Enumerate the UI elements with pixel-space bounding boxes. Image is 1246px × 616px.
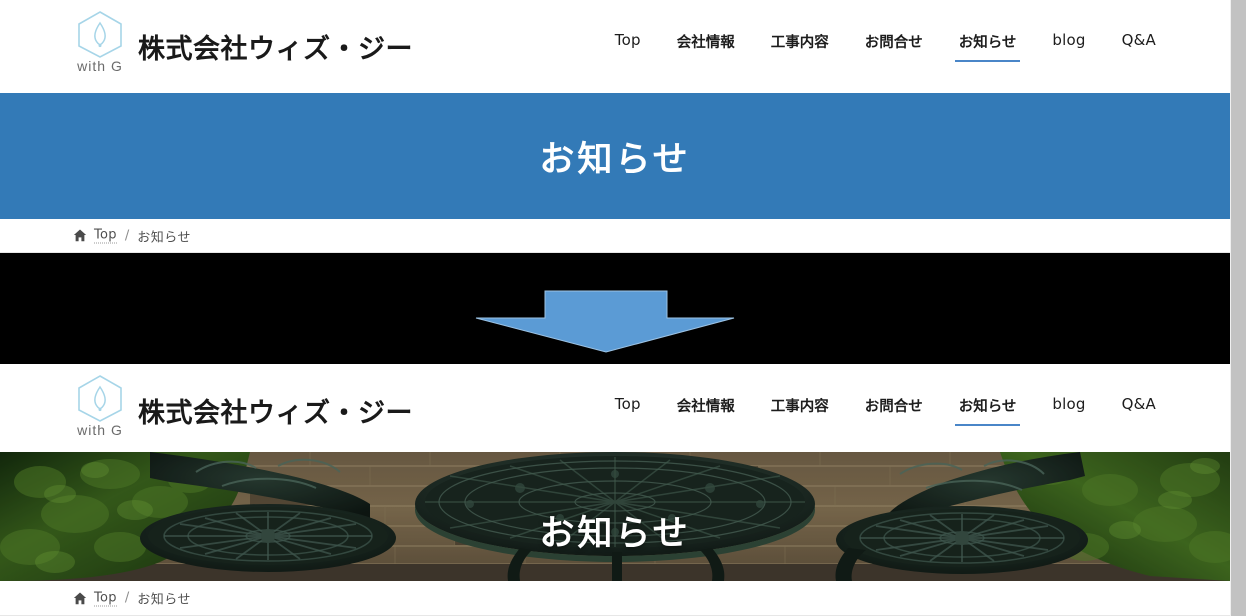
breadcrumb-separator: / <box>124 590 130 606</box>
nav-item-construction[interactable]: 工事内容 <box>771 395 829 426</box>
brand-logo-bottom[interactable]: with G 株式会社ウィズ・ジー <box>72 374 413 444</box>
breadcrumb-bar-top: Top / お知らせ <box>0 219 1230 253</box>
nav-item-top[interactable]: Top <box>615 395 641 423</box>
main-navigation-top[interactable]: Top 会社情報 工事内容 お問合せ お知らせ blog Q&A <box>615 31 1156 62</box>
site-header-top: with G 株式会社ウィズ・ジー Top 会社情報 工事内容 お問合せ お知ら… <box>0 0 1230 92</box>
breadcrumb-current: お知らせ <box>137 592 191 608</box>
hexagon-leaf-logo-icon: with G <box>72 374 128 444</box>
breadcrumb-bar-bottom: Top / お知らせ <box>0 581 1230 616</box>
breadcrumb-link-bottom[interactable]: Top <box>94 590 117 606</box>
main-navigation-bottom[interactable]: Top 会社情報 工事内容 お問合せ お知らせ blog Q&A <box>615 395 1156 426</box>
screenshot-viewport: with G 株式会社ウィズ・ジー Top 会社情報 工事内容 お問合せ お知ら… <box>0 0 1246 616</box>
logo-subtitle: with G <box>77 422 123 438</box>
nav-item-contact[interactable]: お問合せ <box>865 395 923 426</box>
home-icon <box>73 229 87 242</box>
arrow-separator-band <box>0 253 1230 364</box>
site-header-bottom: with G 株式会社ウィズ・ジー Top 会社情報 工事内容 お問合せ お知ら… <box>0 364 1230 456</box>
home-icon <box>73 592 87 604</box>
page-banner-photo: お知らせ <box>0 452 1230 581</box>
breadcrumb-separator: / <box>124 228 130 243</box>
nav-item-top[interactable]: Top <box>615 31 641 59</box>
site-brand-name: 株式会社ウィズ・ジー <box>138 34 413 65</box>
nav-item-blog[interactable]: blog <box>1052 395 1085 423</box>
page-title-photo: お知らせ <box>539 514 691 554</box>
page-title-flat: お知らせ <box>539 140 691 180</box>
page-column: with G 株式会社ウィズ・ジー Top 会社情報 工事内容 お問合せ お知ら… <box>0 0 1230 616</box>
nav-item-news[interactable]: お知らせ <box>954 31 1021 62</box>
nav-item-construction[interactable]: 工事内容 <box>771 31 829 62</box>
nav-item-company-info[interactable]: 会社情報 <box>677 395 735 426</box>
brand-logo-top[interactable]: with G 株式会社ウィズ・ジー <box>72 10 413 80</box>
hexagon-leaf-logo-icon: with G <box>72 10 128 80</box>
site-brand-name: 株式会社ウィズ・ジー <box>138 398 413 429</box>
logo-subtitle: with G <box>77 58 123 74</box>
nav-item-news[interactable]: お知らせ <box>954 395 1021 426</box>
breadcrumb-bottom: Top / お知らせ <box>73 589 191 608</box>
vertical-scrollbar[interactable] <box>1230 0 1246 616</box>
page-banner-flat: お知らせ <box>0 93 1230 219</box>
nav-item-qa[interactable]: Q&A <box>1122 31 1156 59</box>
nav-item-qa[interactable]: Q&A <box>1122 395 1156 423</box>
breadcrumb-current: お知らせ <box>137 230 191 245</box>
breadcrumb-link-top[interactable]: Top <box>94 228 117 244</box>
nav-item-blog[interactable]: blog <box>1052 31 1085 59</box>
nav-item-company-info[interactable]: 会社情報 <box>677 31 735 62</box>
nav-item-contact[interactable]: お問合せ <box>865 31 923 62</box>
down-arrow-icon <box>475 290 735 353</box>
breadcrumb-top: Top / お知らせ <box>73 226 191 245</box>
